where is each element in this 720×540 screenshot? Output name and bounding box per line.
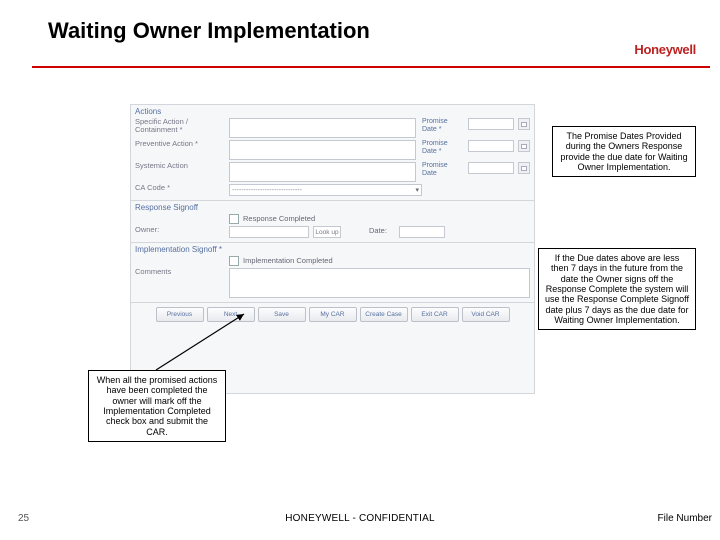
- calendar-icon[interactable]: [518, 140, 530, 152]
- exit-car-button[interactable]: Exit CAR: [411, 307, 459, 322]
- brand-logo: Honeywell: [634, 42, 696, 57]
- ca-code-value: ------------------------------: [232, 187, 302, 194]
- button-bar: Previous Next Save My CAR Create Case Ex…: [131, 303, 534, 326]
- promise-date-input[interactable]: [468, 162, 514, 174]
- promise-date-label: Promise Date *: [420, 118, 464, 133]
- chevron-down-icon: ▾: [415, 186, 419, 194]
- containment-input[interactable]: [229, 118, 416, 138]
- actions-label: Actions: [135, 107, 530, 116]
- calendar-icon[interactable]: [518, 162, 530, 174]
- footer-confidential: HONEYWELL - CONFIDENTIAL: [0, 513, 720, 524]
- actions-section: Actions Specific Action / Containment * …: [131, 105, 534, 201]
- my-car-button[interactable]: My CAR: [309, 307, 357, 322]
- callout-implementation: When all the promised actions have been …: [88, 370, 226, 442]
- promise-date-input[interactable]: [468, 118, 514, 130]
- calendar-icon[interactable]: [518, 118, 530, 130]
- ca-code-row: CA Code * ------------------------------…: [135, 184, 530, 196]
- void-car-button[interactable]: Void CAR: [462, 307, 510, 322]
- response-signoff-label: Response Signoff: [135, 203, 530, 212]
- promise-date-input[interactable]: [468, 140, 514, 152]
- field-label: Preventive Action *: [135, 140, 225, 148]
- promise-date-label: Promise Date *: [420, 140, 464, 155]
- save-button[interactable]: Save: [258, 307, 306, 322]
- title-rule: [32, 66, 710, 68]
- date-label: Date:: [369, 226, 395, 235]
- footer-file-number: File Number: [658, 513, 712, 524]
- create-case-button[interactable]: Create Case: [360, 307, 408, 322]
- owner-input[interactable]: [229, 226, 309, 238]
- response-completed-checkbox[interactable]: [229, 214, 239, 224]
- callout-promise-dates: The Promise Dates Provided during the Ow…: [552, 126, 696, 177]
- implementation-completed-label: Implementation Completed: [243, 256, 333, 265]
- implementation-completed-checkbox[interactable]: [229, 256, 239, 266]
- previous-button[interactable]: Previous: [156, 307, 204, 322]
- callout-due-date-rule: If the Due dates above are less then 7 d…: [538, 248, 696, 330]
- owner-label: Owner:: [135, 226, 225, 234]
- implementation-signoff-label: Implementation Signoff *: [135, 245, 530, 254]
- field-label: CA Code *: [135, 184, 225, 192]
- action-row: Systemic Action Promise Date: [135, 162, 530, 182]
- next-button[interactable]: Next: [207, 307, 255, 322]
- preventive-input[interactable]: [229, 140, 416, 160]
- field-label: Specific Action / Containment *: [135, 118, 225, 135]
- ca-code-select[interactable]: ------------------------------ ▾: [229, 184, 422, 196]
- comments-input[interactable]: [229, 268, 530, 298]
- field-label: Systemic Action: [135, 162, 225, 170]
- promise-date-label: Promise Date: [420, 162, 464, 177]
- action-row: Specific Action / Containment * Promise …: [135, 118, 530, 138]
- response-signoff-section: Response Signoff Response Completed Owne…: [131, 201, 534, 243]
- response-completed-label: Response Completed: [243, 214, 315, 223]
- lookup-button[interactable]: Look up: [313, 226, 341, 238]
- systemic-input[interactable]: [229, 162, 416, 182]
- comments-label: Comments: [135, 268, 225, 276]
- page-title: Waiting Owner Implementation: [48, 18, 370, 44]
- action-row: Preventive Action * Promise Date *: [135, 140, 530, 160]
- car-form-panel: Actions Specific Action / Containment * …: [130, 104, 535, 394]
- implementation-signoff-section: Implementation Signoff * Implementation …: [131, 243, 534, 303]
- response-date-input[interactable]: [399, 226, 445, 238]
